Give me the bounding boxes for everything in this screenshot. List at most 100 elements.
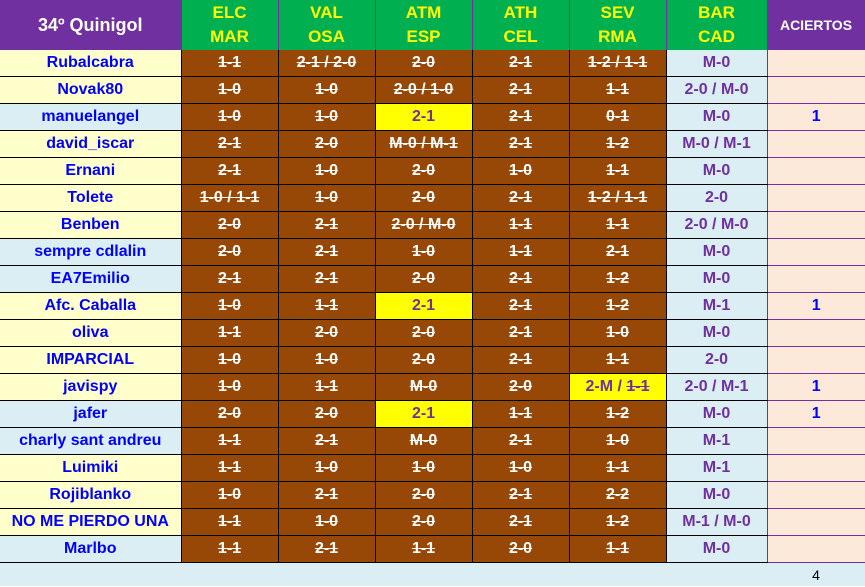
prediction-text: 2-0	[314, 405, 339, 422]
bar-cad-prediction: M-1 / M-0	[666, 508, 768, 536]
prediction-text: 1-2	[605, 270, 630, 287]
prediction-text: 2-M /	[585, 378, 627, 395]
prediction-text: 1-1	[411, 540, 436, 557]
aciertos-cell	[767, 157, 865, 185]
match-home-team: BAR	[698, 3, 735, 22]
aciertos-header: ACIERTOS	[767, 0, 865, 50]
aciertos-cell	[767, 211, 865, 239]
prediction-cell: 2-1	[472, 481, 570, 509]
prediction-text: M-0	[409, 432, 438, 449]
match-away-team: OSA	[308, 27, 345, 46]
player-name: oliva	[0, 319, 182, 347]
prediction-cell: 1-1	[181, 319, 279, 347]
prediction-text: 1-0	[314, 189, 339, 206]
player-name: jafer	[0, 400, 182, 428]
prediction-cell: 2-0	[472, 373, 570, 401]
table-row: Afc. Caballa 1-0 1-1 2-1 2-1 1-2 M-1 1	[0, 292, 865, 320]
prediction-text: 2-0	[314, 324, 339, 341]
prediction-text: 2-1	[314, 216, 339, 233]
prediction-cell: 2-0	[375, 319, 473, 347]
prediction-text: 2-1	[508, 297, 533, 314]
bar-cad-prediction: M-0	[666, 265, 768, 293]
footer-empty	[0, 562, 767, 586]
prediction-cell: 1-1	[181, 454, 279, 482]
prediction-text: 1-0	[217, 81, 242, 98]
prediction-struck-text: 1-1	[626, 378, 650, 395]
prediction-cell: 1-0	[278, 454, 376, 482]
prediction-text: 2-1	[217, 135, 242, 152]
prediction-cell: M-0	[375, 373, 473, 401]
prediction-text: 2-0	[217, 405, 242, 422]
bar-cad-prediction: M-0	[666, 400, 768, 428]
prediction-text: 2-1 / 2-0	[296, 54, 357, 71]
player-name: charly sant andreu	[0, 427, 182, 455]
prediction-cell: 2-1	[472, 130, 570, 158]
prediction-cell: 2-1	[375, 400, 473, 428]
prediction-cell: 2-1	[181, 157, 279, 185]
match-header-ath-cel: ATH CEL	[472, 0, 570, 50]
prediction-text: 1-1	[314, 378, 339, 395]
table-row: jafer 2-0 2-0 2-1 1-1 1-2 M-0 1	[0, 400, 865, 428]
table-row: david_iscar 2-1 2-0 M-0 / M-1 2-1 1-2 M-0 / M-…	[0, 130, 865, 158]
prediction-cell: 2-0	[375, 184, 473, 212]
prediction-cell: 2-1	[278, 238, 376, 266]
prediction-cell: 1-2 / 1-1	[569, 50, 667, 77]
prediction-cell: 2-0	[375, 481, 473, 509]
prediction-text: 1-1	[508, 216, 533, 233]
table-row: javispy 1-0 1-1 M-0 2-0 2-M / 1-1 2-0 / M-1 1	[0, 373, 865, 401]
prediction-cell: 2-1	[278, 265, 376, 293]
prediction-cell: 1-1	[569, 157, 667, 185]
prediction-text: 1-1	[217, 54, 242, 71]
prediction-cell: 0-1	[569, 103, 667, 131]
prediction-text: 1-0	[314, 513, 339, 530]
table-row: Luimiki 1-1 1-0 1-0 1-0 1-1 M-1	[0, 454, 865, 482]
prediction-cell: 2-2	[569, 481, 667, 509]
prediction-text: 2-0	[411, 324, 436, 341]
prediction-cell: 1-0	[569, 319, 667, 347]
prediction-cell: 1-0	[569, 427, 667, 455]
prediction-cell: 1-1	[278, 373, 376, 401]
prediction-cell: 2-1	[569, 238, 667, 266]
prediction-cell: 1-2	[569, 400, 667, 428]
prediction-text: 1-1	[605, 540, 630, 557]
prediction-cell: 2-0	[375, 157, 473, 185]
prediction-cell: 1-2	[569, 130, 667, 158]
prediction-cell: 2-0 / 1-0	[375, 76, 473, 104]
aciertos-cell	[767, 346, 865, 374]
player-name: Novak80	[0, 76, 182, 104]
prediction-text: 1-0	[217, 351, 242, 368]
prediction-text: 2-1	[508, 108, 533, 125]
prediction-cell: 2-1	[278, 427, 376, 455]
prediction-text: 1-0 / 1-1	[199, 189, 260, 206]
aciertos-cell	[767, 427, 865, 455]
match-away-team: CAD	[698, 27, 735, 46]
match-header-atm-esp: ATM ESP	[375, 0, 473, 50]
prediction-text: 2-1	[411, 297, 436, 314]
table-row: Ernani 2-1 1-0 2-0 1-0 1-1 M-0	[0, 157, 865, 185]
aciertos-cell	[767, 238, 865, 266]
prediction-cell: 1-0	[375, 454, 473, 482]
table-row: Marlbo 1-1 2-1 1-1 2-0 1-1 M-0	[0, 535, 865, 563]
prediction-text: 2-1	[411, 108, 436, 125]
prediction-cell: 1-0	[472, 454, 570, 482]
prediction-cell: 1-1	[181, 427, 279, 455]
player-name: manuelangel	[0, 103, 182, 131]
aciertos-cell	[767, 535, 865, 563]
prediction-cell: 1-0	[181, 481, 279, 509]
prediction-text: 2-1	[314, 432, 339, 449]
prediction-cell: 2-1	[472, 427, 570, 455]
prediction-text: 1-0	[314, 351, 339, 368]
prediction-text: 1-2	[605, 297, 630, 314]
bar-cad-prediction: 2-0	[666, 346, 768, 374]
bar-cad-prediction: M-0	[666, 319, 768, 347]
prediction-text: 2-1	[314, 270, 339, 287]
prediction-text: 2-0	[411, 270, 436, 287]
prediction-cell: 2-0	[375, 346, 473, 374]
aciertos-cell	[767, 184, 865, 212]
prediction-text: 2-1	[217, 162, 242, 179]
player-name: NO ME PIERDO UNA	[0, 508, 182, 536]
prediction-cell: 2-0	[181, 211, 279, 239]
prediction-cell: 2-1	[278, 211, 376, 239]
prediction-cell: 2-1	[472, 292, 570, 320]
prediction-text: 2-1	[314, 243, 339, 260]
